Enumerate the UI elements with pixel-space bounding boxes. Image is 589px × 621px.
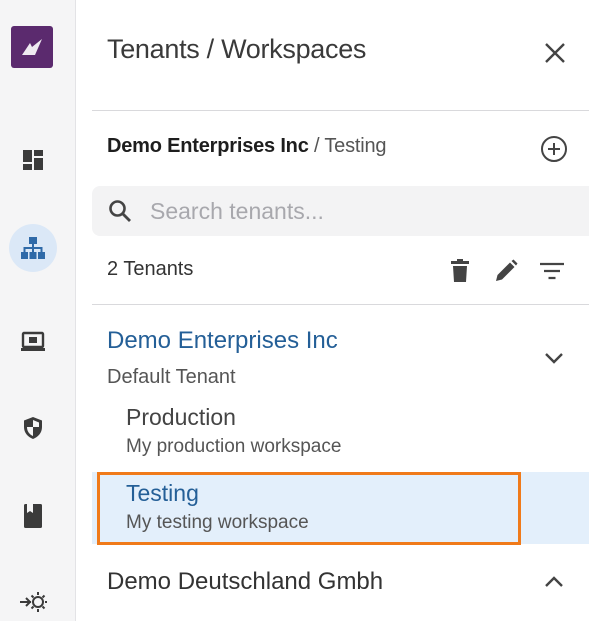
filter-lines-icon xyxy=(540,262,564,280)
workspace-description: My testing workspace xyxy=(126,512,309,533)
settings-arrow-icon[interactable] xyxy=(13,582,53,621)
logo-icon xyxy=(22,39,42,55)
add-tenant-button[interactable] xyxy=(538,133,570,165)
tenant-count: 2 Tenants xyxy=(107,258,194,280)
dashboard-icon[interactable] xyxy=(13,140,53,180)
panel-title: Tenants / Workspaces xyxy=(107,34,367,64)
close-button[interactable] xyxy=(538,36,572,70)
expand-tenant-button[interactable] xyxy=(538,566,570,598)
tenant-name[interactable]: Demo Enterprises Inc xyxy=(107,327,338,355)
tenant-name[interactable]: Demo Deutschland Gmbh xyxy=(107,568,383,596)
left-nav-rail xyxy=(0,0,76,621)
workspace-description: My production workspace xyxy=(126,436,342,457)
list-divider xyxy=(92,304,589,305)
app-logo[interactable] xyxy=(11,26,53,68)
book-icon[interactable] xyxy=(13,496,53,536)
sitemap-icon[interactable] xyxy=(9,224,57,272)
search-bar xyxy=(92,186,589,236)
context-workspace: Testing xyxy=(324,135,387,157)
workspace-item-testing[interactable]: Testing My testing workspace xyxy=(92,472,589,544)
search-input[interactable] xyxy=(150,197,550,225)
trash-icon xyxy=(451,259,469,282)
header-divider xyxy=(92,110,589,111)
edit-button[interactable] xyxy=(490,255,522,287)
delete-button[interactable] xyxy=(444,255,476,287)
tenant-subtitle: Default Tenant xyxy=(107,366,236,388)
workspace-name: Testing xyxy=(126,480,199,506)
context-org: Demo Enterprises Inc xyxy=(107,135,309,157)
current-context: Demo Enterprises Inc / Testing xyxy=(107,135,387,158)
pencil-icon xyxy=(496,259,518,281)
workspace-item-production[interactable]: Production My production workspace xyxy=(92,396,589,468)
close-icon xyxy=(545,43,565,63)
search-icon xyxy=(106,197,134,225)
chevron-up-icon xyxy=(545,576,563,587)
tenants-panel: Tenants / Workspaces Demo Enterprises In… xyxy=(92,0,589,621)
collapse-tenant-button[interactable] xyxy=(538,342,570,374)
monitor-icon[interactable] xyxy=(13,322,53,362)
context-separator: / xyxy=(308,135,325,157)
shield-icon[interactable] xyxy=(13,408,53,448)
filter-button[interactable] xyxy=(536,255,568,287)
workspace-name: Production xyxy=(126,404,236,430)
chevron-down-icon xyxy=(545,353,563,364)
plus-circle-icon xyxy=(541,136,567,162)
